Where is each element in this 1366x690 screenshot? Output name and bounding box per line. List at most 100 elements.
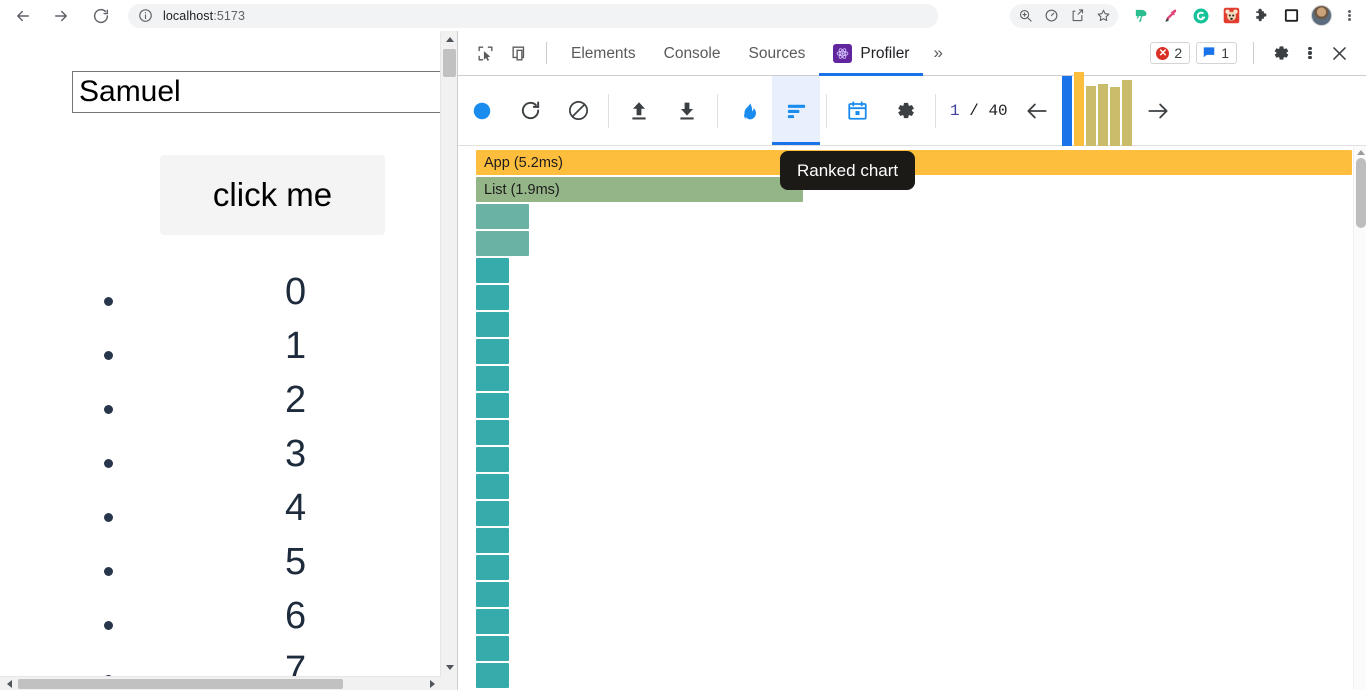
message-badge[interactable]: 1	[1196, 42, 1237, 64]
name-input[interactable]	[72, 71, 440, 113]
zoom-icon[interactable]	[1012, 4, 1038, 28]
chart-bar-row[interactable]	[476, 636, 509, 661]
bookmark-star-icon[interactable]	[1090, 4, 1116, 28]
snapshot-bar[interactable]	[1085, 85, 1096, 150]
download-profile-icon[interactable]	[663, 76, 711, 145]
chart-bar-row[interactable]	[476, 501, 509, 526]
chart-bar[interactable]	[476, 312, 509, 337]
chevron-double-right-icon[interactable]: »	[923, 43, 952, 63]
chart-bar-row[interactable]	[476, 582, 509, 607]
gear-icon[interactable]	[881, 76, 929, 145]
chart-bar[interactable]	[476, 231, 529, 256]
chart-bar[interactable]	[476, 555, 509, 580]
chart-bar-row[interactable]	[476, 285, 509, 310]
chart-bar[interactable]	[476, 366, 509, 391]
forward-button[interactable]	[46, 1, 76, 31]
bird-extension-icon[interactable]	[1126, 3, 1156, 29]
chart-bar-row[interactable]	[476, 663, 509, 688]
chart-bar[interactable]	[476, 582, 509, 607]
next-commit-button[interactable]	[1136, 76, 1180, 145]
chart-bar-row[interactable]	[476, 366, 509, 391]
chart-bar-row[interactable]	[476, 312, 509, 337]
chart-bar-row[interactable]	[476, 420, 509, 445]
chart-bar[interactable]: List (1.9ms)	[476, 177, 803, 202]
snapshot-bar[interactable]	[1073, 71, 1084, 150]
vertical-scroll-thumb[interactable]	[443, 49, 456, 77]
close-x-icon[interactable]	[1322, 38, 1356, 68]
chart-bar-row[interactable]	[476, 447, 509, 472]
page-vertical-scrollbar[interactable]	[440, 31, 457, 676]
chart-scroll-thumb[interactable]	[1356, 158, 1366, 228]
chart-bar-row[interactable]	[476, 609, 509, 634]
chart-bar[interactable]	[476, 285, 509, 310]
eyedropper-extension-icon[interactable]	[1156, 3, 1186, 29]
puzzle-extensions-icon[interactable]	[1246, 3, 1276, 29]
devtools-menu-button[interactable]	[1298, 40, 1322, 66]
speedometer-icon[interactable]	[1038, 4, 1064, 28]
chart-bar[interactable]	[476, 258, 509, 283]
chart-bar-row[interactable]	[476, 339, 509, 364]
back-button[interactable]	[8, 1, 38, 31]
inspect-element-icon[interactable]	[468, 38, 502, 68]
snapshot-bar[interactable]	[1061, 75, 1072, 150]
chart-bar-row[interactable]: List (1.9ms)	[476, 177, 803, 202]
click-me-button[interactable]: click me	[160, 155, 385, 235]
horizontal-scroll-thumb[interactable]	[18, 679, 343, 689]
tab-profiler[interactable]: Profiler	[819, 31, 923, 76]
snapshot-selector[interactable]	[1058, 71, 1136, 158]
commit-separator: /	[969, 101, 979, 120]
chart-bar[interactable]	[476, 420, 509, 445]
chart-bar[interactable]	[476, 204, 529, 229]
tab-console[interactable]: Console	[650, 31, 735, 76]
chart-bar[interactable]	[476, 501, 509, 526]
prev-commit-button[interactable]	[1016, 76, 1058, 145]
reload-button[interactable]	[86, 1, 116, 31]
record-circle-icon[interactable]	[458, 76, 506, 145]
grammarly-extension-icon[interactable]	[1186, 3, 1216, 29]
snapshot-bar[interactable]	[1097, 83, 1108, 150]
error-badge[interactable]: ✕ 2	[1150, 42, 1191, 64]
toolbar-divider	[1253, 42, 1254, 64]
chart-bar[interactable]	[476, 528, 509, 553]
scroll-up-icon[interactable]	[441, 31, 458, 48]
chart-bar[interactable]	[476, 393, 509, 418]
chart-bar-row[interactable]	[476, 204, 529, 229]
chart-bar-row[interactable]	[476, 393, 509, 418]
redpanda-extension-icon[interactable]	[1216, 3, 1246, 29]
timeline-calendar-icon[interactable]	[833, 76, 881, 145]
chart-bar-row[interactable]	[476, 258, 509, 283]
chart-bar-row[interactable]	[476, 474, 509, 499]
tab-elements[interactable]: Elements	[557, 31, 650, 76]
chart-vertical-scrollbar[interactable]	[1353, 146, 1366, 690]
chart-bar-row[interactable]	[476, 555, 509, 580]
scroll-right-icon[interactable]	[427, 677, 441, 690]
gear-icon[interactable]	[1264, 38, 1298, 68]
chart-bar-row[interactable]	[476, 528, 509, 553]
chart-bar[interactable]	[476, 447, 509, 472]
chart-bar[interactable]	[476, 663, 509, 688]
avatar[interactable]	[1311, 5, 1332, 26]
scroll-left-icon[interactable]	[0, 677, 14, 690]
chart-bar[interactable]	[476, 636, 509, 661]
ranked-chart-icon[interactable]	[772, 76, 820, 145]
snapshot-bar[interactable]	[1109, 86, 1120, 150]
chart-bar-row[interactable]	[476, 231, 529, 256]
ranked-chart[interactable]: App (5.2ms) List (1.9ms) Ranked chart	[458, 146, 1366, 690]
snapshot-bar[interactable]	[1121, 79, 1132, 150]
chart-bar[interactable]	[476, 474, 509, 499]
device-toolbar-icon[interactable]	[502, 38, 536, 68]
upload-profile-icon[interactable]	[615, 76, 663, 145]
flame-chart-icon[interactable]	[724, 76, 772, 145]
tab-sources[interactable]: Sources	[735, 31, 820, 76]
scroll-up-icon[interactable]	[1354, 146, 1366, 158]
scroll-down-icon[interactable]	[441, 659, 458, 676]
clear-no-entry-icon[interactable]	[554, 76, 602, 145]
reload-and-record-icon[interactable]	[506, 76, 554, 145]
chart-bar[interactable]	[476, 339, 509, 364]
sidepanel-icon[interactable]	[1276, 3, 1306, 29]
chart-bar[interactable]	[476, 609, 509, 634]
page-horizontal-scrollbar[interactable]	[0, 676, 457, 690]
browser-menu-button[interactable]	[1337, 3, 1361, 29]
address-bar[interactable]: localhost:5173	[128, 3, 938, 28]
share-icon[interactable]	[1064, 4, 1090, 28]
